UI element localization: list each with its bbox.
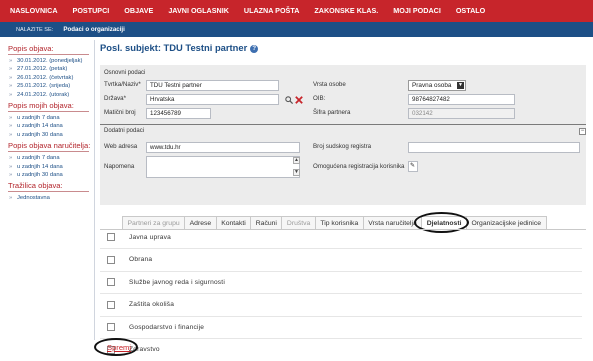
activity-checkbox[interactable] xyxy=(107,323,115,331)
scroll-up-icon[interactable]: ▲ xyxy=(293,157,300,164)
basic-data-heading: Osnovni podaci xyxy=(104,70,146,76)
tab-partneri-za-grupu: Partneri za grupu xyxy=(122,216,186,229)
breadcrumb-current[interactable]: Podaci o organizaciji xyxy=(63,26,125,33)
sidebar-section-title: Popis objava: xyxy=(8,44,89,55)
activity-checkbox[interactable] xyxy=(107,233,115,241)
save-highlight: Spremi xyxy=(94,338,138,356)
nav-item-ostalo[interactable]: OSTALO xyxy=(448,0,492,22)
person-type-value: Pravna osoba xyxy=(412,82,452,89)
help-icon[interactable]: ? xyxy=(250,44,259,53)
nav-item-zakonske-klas[interactable]: ZAKONSKE KLAS. xyxy=(307,0,386,22)
court-register-label: Broj sudskog registra xyxy=(313,143,372,150)
activity-label: Obrana xyxy=(129,256,153,263)
tab-racuni[interactable]: Računi xyxy=(250,216,283,229)
partner-code-label: Šifra partnera xyxy=(313,109,351,116)
registration-number-label: Matični broj xyxy=(104,109,136,116)
sidebar-link[interactable]: 24.01.2012. (utorak) xyxy=(8,91,89,100)
activity-checkbox[interactable] xyxy=(107,300,115,309)
organization-form: Osnovni podaci Tvrtka/Naziv* TDU Testni … xyxy=(100,65,586,205)
sidebar-link[interactable]: 30.01.2012. (ponedjeljak) xyxy=(8,57,89,66)
sidebar-link[interactable]: u zadnjih 7 dana xyxy=(8,114,89,123)
nav-item-moji-podaci[interactable]: MOJI PODACI xyxy=(386,0,449,22)
tab-underline xyxy=(100,229,586,230)
row-divider xyxy=(100,315,582,317)
activity-checkbox[interactable] xyxy=(107,255,115,264)
sidebar-link[interactable]: Jednostavna xyxy=(8,194,89,203)
breadcrumb: NALAZITE SE: Podaci o organizaciji xyxy=(0,22,593,37)
activity-row: Gospodarstvo i financije xyxy=(107,322,204,332)
row-divider xyxy=(100,248,582,249)
page-title: Posl. subjekt: TDU Testni partner? xyxy=(100,42,259,53)
sidebar-section-title: Popis objava naručitelja: xyxy=(8,141,91,153)
note-label: Napomena xyxy=(104,163,135,170)
section-divider xyxy=(100,124,586,125)
top-navigation: NASLOVNICA POSTUPCI OBJAVE JAVNI OGLASNIK UL… xyxy=(0,0,593,22)
clear-icon[interactable] xyxy=(295,96,303,104)
nav-item-postupci[interactable]: POSTUPCI xyxy=(65,0,117,22)
sidebar-link[interactable]: u zadnjih 30 dana xyxy=(8,131,89,140)
breadcrumb-prefix: NALAZITE SE: xyxy=(16,26,54,33)
collapse-icon[interactable]: − xyxy=(579,128,586,135)
nav-item-naslovnica[interactable]: NASLOVNICA xyxy=(0,0,65,22)
sidebar-list: u zadnjih 7 danau zadnjih 14 danau zadnj… xyxy=(8,154,89,180)
sidebar-divider xyxy=(94,40,95,340)
oib-label: OIB: xyxy=(313,95,326,102)
activity-label: Javna uprava xyxy=(129,233,171,241)
sidebar: Popis objava: 30.01.2012. (ponedjeljak)27… xyxy=(8,42,91,205)
chevron-down-icon[interactable]: ▼ xyxy=(457,82,464,89)
sidebar-link[interactable]: u zadnjih 30 dana xyxy=(8,171,89,180)
nav-item-objave[interactable]: OBJAVE xyxy=(117,0,161,22)
sidebar-link[interactable]: u zadnjih 14 dana xyxy=(8,163,89,172)
name-label: Tvrtka/Naziv* xyxy=(104,81,141,88)
tab-drustva: Društva xyxy=(281,216,316,229)
activity-row: Zaštita okoliša xyxy=(107,300,174,310)
name-field[interactable]: TDU Testni partner xyxy=(146,80,279,91)
sidebar-list: u zadnjih 7 danau zadnjih 14 danau zadnj… xyxy=(8,114,89,140)
search-icon[interactable] xyxy=(285,96,293,104)
tab-bar: Partneri za grupu Adrese Kontakti Računi Dru… xyxy=(122,216,547,229)
sidebar-link[interactable]: 26.01.2012. (četvrtak) xyxy=(8,74,89,83)
partner-code-field: 032142 xyxy=(408,108,515,119)
tab-adrese[interactable]: Adrese xyxy=(184,216,217,229)
country-label: Država* xyxy=(104,95,127,102)
activity-checkbox[interactable] xyxy=(107,278,115,286)
row-divider xyxy=(100,270,582,272)
note-textarea[interactable] xyxy=(146,156,300,178)
extra-data-heading: Dodatni podaci xyxy=(104,128,145,134)
web-address-field[interactable]: www.tdu.hr xyxy=(146,142,300,153)
edit-icon[interactable]: ✎ xyxy=(408,161,418,172)
scroll-down-icon[interactable]: ▼ xyxy=(293,169,300,176)
sidebar-list: Jednostavna xyxy=(8,194,89,203)
activity-label: Gospodarstvo i financije xyxy=(129,323,205,331)
activity-row: Službe javnog reda i sigurnosti xyxy=(107,277,225,287)
sidebar-list: 30.01.2012. (ponedjeljak)27.01.2012. (pe… xyxy=(8,57,89,99)
sidebar-link[interactable]: u zadnjih 14 dana xyxy=(8,122,89,131)
registration-number-field[interactable]: 123456789 xyxy=(146,108,211,119)
tab-tip-korisnika[interactable]: Tip korisnika xyxy=(314,216,364,229)
row-divider xyxy=(100,293,582,294)
save-button[interactable]: Spremi xyxy=(107,343,131,352)
web-address-label: Web adresa xyxy=(104,143,138,150)
nav-item-javni-oglasnik[interactable]: JAVNI OGLASNIK xyxy=(161,0,237,22)
sidebar-link[interactable]: 27.01.2012. (petak) xyxy=(8,65,89,74)
sidebar-link[interactable]: u zadnjih 7 dana xyxy=(8,154,89,163)
tab-organizacijske-jedinice[interactable]: Organizacijske jedinice xyxy=(465,216,547,229)
country-field[interactable]: Hrvatska xyxy=(146,94,279,105)
activity-label: Zaštita okoliša xyxy=(129,301,175,308)
person-type-select[interactable]: Pravna osoba ▼ xyxy=(408,80,466,91)
sidebar-link[interactable]: 25.01.2012. (srijeda) xyxy=(8,82,89,91)
page-title-text: Posl. subjekt: TDU Testni partner xyxy=(100,42,248,53)
nav-item-ulazna-posta[interactable]: ULAZNA POŠTA xyxy=(236,0,307,22)
court-register-field[interactable] xyxy=(408,142,580,153)
person-type-label: Vrsta osobe xyxy=(313,81,346,88)
sidebar-section-title: Popis mojih objava: xyxy=(8,101,89,113)
user-registration-label: Omogućena registracija korisnika xyxy=(313,163,405,170)
tab-kontakti[interactable]: Kontakti xyxy=(215,216,252,229)
oib-field[interactable]: 98764827482 xyxy=(408,94,515,105)
activity-row: Obrana xyxy=(107,255,152,265)
activity-label: Službe javnog reda i sigurnosti xyxy=(129,278,226,286)
row-divider xyxy=(100,338,582,339)
activity-row: Javna uprava xyxy=(107,232,171,242)
sidebar-section-title: Tražilica objava: xyxy=(8,181,89,193)
